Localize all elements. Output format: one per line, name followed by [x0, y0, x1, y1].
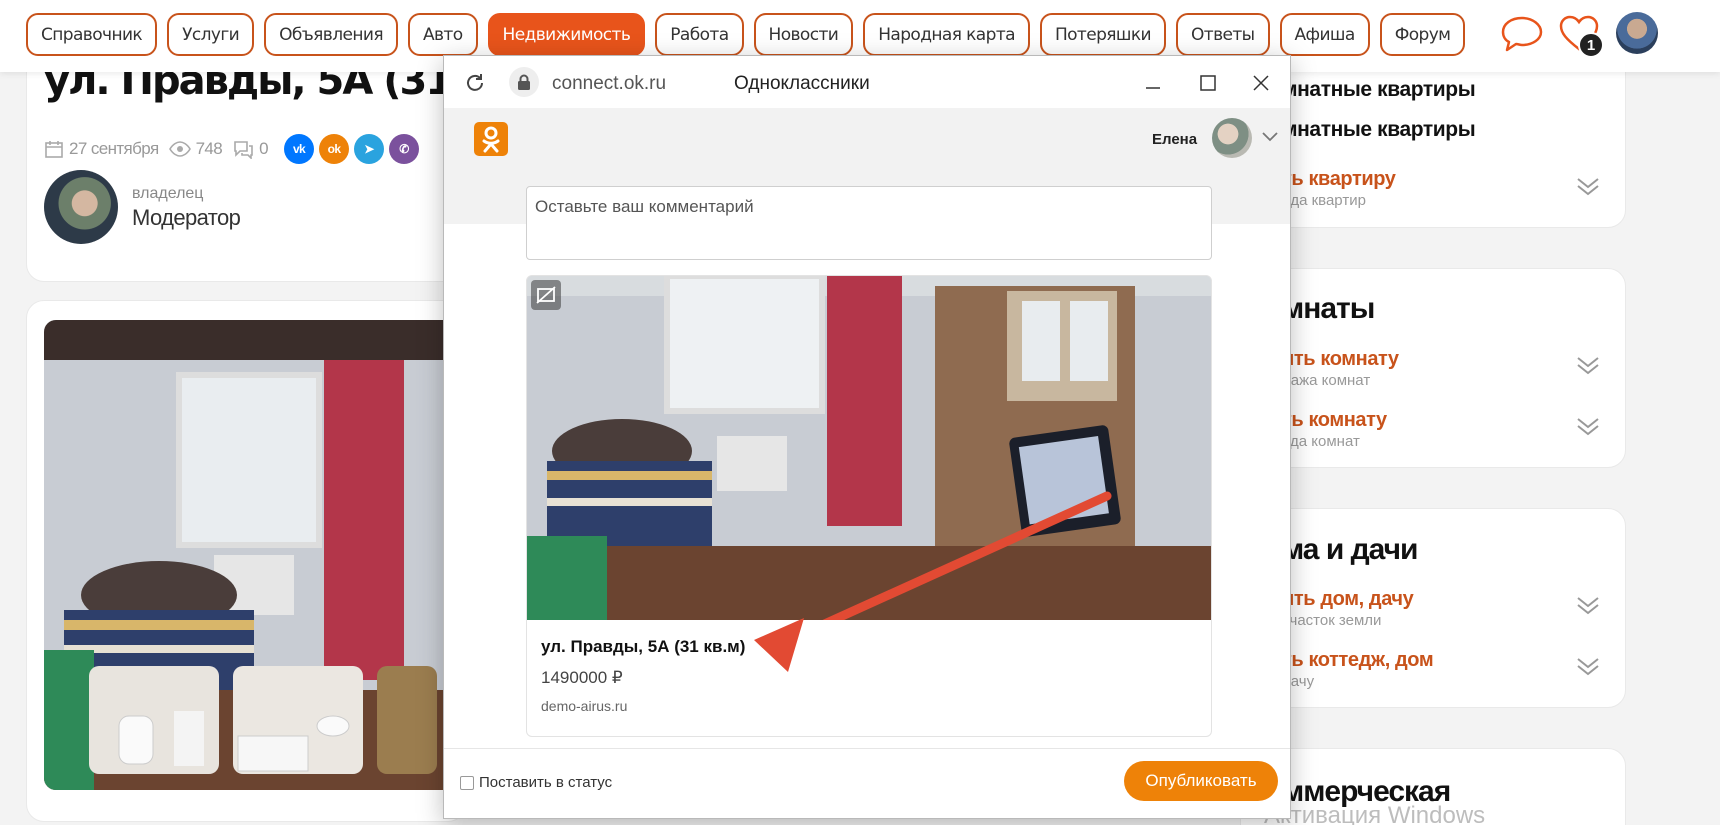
maximize-icon[interactable]	[1199, 74, 1217, 92]
viber-icon[interactable]: ✆	[389, 134, 420, 164]
sidebar-link-buy-room[interactable]: ить комнату	[1282, 348, 1399, 371]
status-checkbox[interactable]	[460, 776, 474, 790]
nav-menu: Справочник Услуги Объявления Авто Недвиж…	[26, 13, 1466, 56]
listing-meta: 27 сентября 748 0 vk ok ➤ ✆	[44, 134, 420, 164]
nav-item-jobs[interactable]: Работа	[655, 13, 744, 56]
preview-title: ул. Правды, 5А (31 кв.м)	[541, 637, 746, 656]
nav-item-ads[interactable]: Объявления	[264, 13, 398, 56]
photo-thumbnail-3[interactable]	[377, 666, 437, 774]
hide-image-icon[interactable]	[531, 280, 561, 310]
vk-icon[interactable]: vk	[284, 134, 315, 164]
nav-item-services[interactable]: Услуги	[167, 13, 255, 56]
sidebar-link-buy-house[interactable]: ить дом, дачу	[1282, 588, 1414, 611]
calendar-icon	[45, 141, 63, 158]
listing-date: 27 сентября	[69, 139, 159, 158]
reload-icon[interactable]	[464, 72, 486, 94]
nav-item-realty[interactable]: Недвижимость	[487, 13, 646, 56]
popup-titlebar: connect.ok.ru Одноклассники	[444, 56, 1290, 108]
chat-icon[interactable]	[1500, 14, 1544, 54]
telegram-icon[interactable]: ➤	[354, 134, 385, 164]
preview-price: 1490000 ₽	[541, 668, 623, 687]
preview-photo	[527, 276, 1211, 646]
comment-textarea[interactable]: Оставьте ваш комментарий	[526, 186, 1212, 260]
popup-url: connect.ok.ru	[552, 73, 667, 94]
sidebar-link-rent-room[interactable]: ть комнату	[1282, 409, 1387, 432]
lock-icon	[509, 67, 539, 97]
sidebar-sub-room-sale: дажа комнат	[1282, 372, 1371, 389]
ok-user-name[interactable]: Елена	[1152, 131, 1197, 148]
publish-button[interactable]: Опубликовать	[1124, 761, 1278, 801]
date-stat: 27 сентября	[44, 139, 159, 159]
nav-item-news[interactable]: Новости	[753, 13, 854, 56]
nav-item-auto[interactable]: Авто	[407, 13, 478, 56]
preview-domain: demo-airus.ru	[541, 698, 628, 714]
nav-item-events[interactable]: Афиша	[1279, 13, 1370, 56]
listing-comments-count: 0	[259, 139, 269, 158]
windows-activation-watermark: Активация Windows	[1264, 802, 1486, 825]
popup-window-title: Одноклассники	[734, 73, 870, 94]
chevron-down-icon[interactable]	[1575, 355, 1601, 375]
nav-item-people-map[interactable]: Народная карта	[863, 13, 1030, 56]
sidebar-link-rent-apartment[interactable]: ть квартиру	[1282, 168, 1396, 191]
chevron-down-icon[interactable]	[1575, 176, 1601, 196]
sidebar-item-rooms-apartments-1[interactable]: мнатные квартиры	[1282, 78, 1476, 102]
owner-name[interactable]: Модератор	[132, 205, 241, 231]
sidebar-sub-land: участок земли	[1282, 612, 1382, 629]
share-buttons: vk ok ➤ ✆	[284, 134, 420, 164]
minimize-icon[interactable]	[1144, 74, 1162, 92]
share-preview-card: ул. Правды, 5А (31 кв.м) 1490000 ₽ demo-…	[526, 275, 1212, 737]
ok-user-avatar[interactable]	[1212, 118, 1252, 158]
listing-views: 748	[195, 139, 223, 158]
nav-item-directory[interactable]: Справочник	[26, 13, 158, 56]
owner-avatar[interactable]	[44, 170, 118, 244]
sidebar-heading-houses: ма и дачи	[1282, 533, 1418, 566]
nav-item-lost-found[interactable]: Потеряшки	[1039, 13, 1166, 56]
annotation-arrow-icon	[754, 618, 804, 672]
views-stat: 748	[168, 139, 223, 159]
user-avatar[interactable]	[1616, 12, 1658, 54]
comments-stat: 0	[232, 139, 269, 159]
chevron-down-icon[interactable]	[1575, 656, 1601, 676]
nav-item-answers[interactable]: Ответы	[1176, 13, 1270, 56]
chevron-down-icon[interactable]	[1575, 416, 1601, 436]
ok-share-popup-window: connect.ok.ru Одноклассники Елена Оставь…	[443, 55, 1291, 819]
comments-icon	[234, 141, 253, 159]
nav-item-forum[interactable]: Форум	[1379, 13, 1466, 56]
ok-icon[interactable]: ok	[319, 134, 350, 164]
photo-thumbnail-1[interactable]	[89, 666, 219, 774]
sidebar-link-rent-cottage[interactable]: ть коттедж, дом	[1282, 649, 1434, 672]
popup-footer: Поставить в статус Опубликовать	[444, 748, 1290, 818]
owner-role: владелец	[132, 185, 204, 202]
eye-icon	[168, 141, 191, 157]
sidebar-item-rooms-apartments-2[interactable]: мнатные квартиры	[1282, 118, 1476, 142]
sidebar-heading-rooms: мнаты	[1282, 292, 1375, 325]
photo-thumbnail-2[interactable]	[233, 666, 363, 774]
user-actions: 1	[1500, 10, 1720, 60]
chevron-down-icon[interactable]	[1262, 132, 1278, 142]
sidebar-sub-room-rent: ода комнат	[1282, 433, 1360, 450]
close-icon[interactable]	[1252, 74, 1270, 92]
chevron-down-icon[interactable]	[1575, 595, 1601, 615]
status-checkbox-label[interactable]: Поставить в статус	[479, 774, 612, 791]
sidebar-sub-apartment-rent: ада квартир	[1282, 192, 1366, 209]
ok-logo-icon[interactable]	[474, 122, 508, 156]
favorites-count-badge: 1	[1578, 32, 1604, 58]
